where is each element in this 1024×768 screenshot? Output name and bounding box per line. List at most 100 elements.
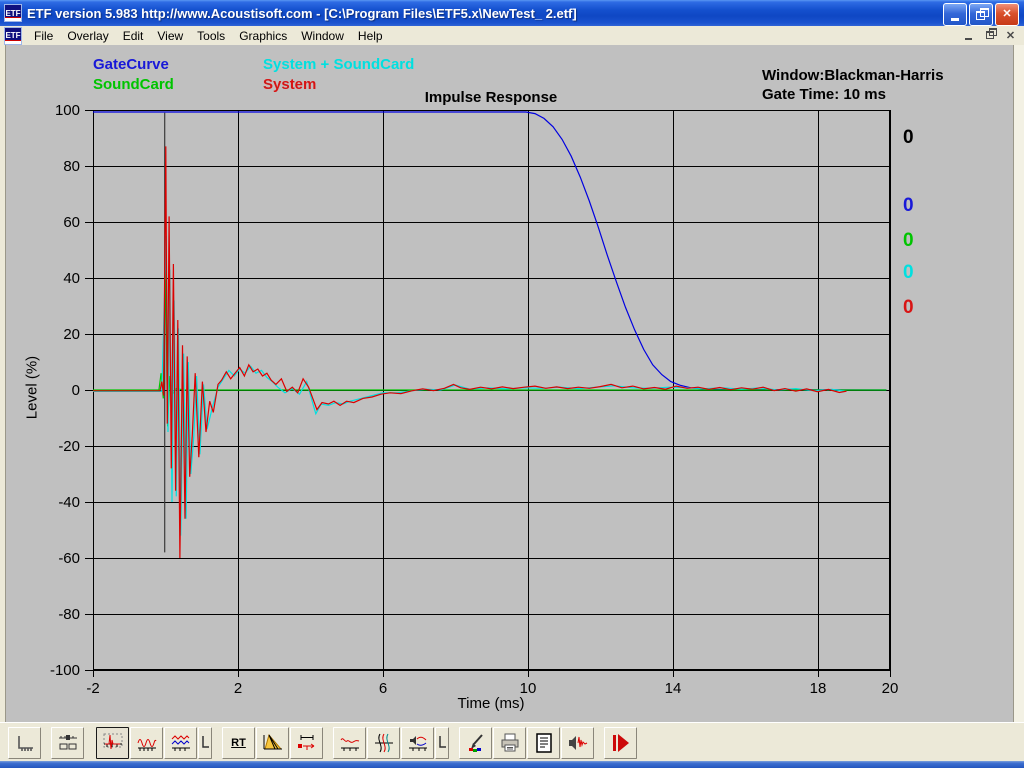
y-tick-label: 100: [55, 102, 80, 119]
x-axis-title: Time (ms): [341, 695, 641, 712]
menu-item-view[interactable]: View: [150, 27, 190, 45]
mdi-close-button[interactable]: ✕: [1003, 28, 1018, 42]
overlay-waves-icon: [169, 731, 193, 755]
menu-bar: ETF FileOverlayEditViewToolsGraphicsWind…: [0, 26, 1024, 46]
series-soundcard: [93, 270, 886, 427]
menu-item-edit[interactable]: Edit: [116, 27, 151, 45]
menu-item-tools[interactable]: Tools: [190, 27, 232, 45]
corner-marker-icon: [199, 731, 211, 755]
toolbar-gate-markers-button[interactable]: [290, 727, 323, 759]
menu-item-graphics[interactable]: Graphics: [232, 27, 294, 45]
close-icon: ✕: [1002, 9, 1011, 20]
toolbar-colors-brush-button[interactable]: [459, 727, 492, 759]
y-tick-label: -20: [58, 438, 80, 455]
y-tick-label: -100: [50, 662, 80, 679]
mdi-close-icon: ✕: [1006, 29, 1015, 42]
colors-brush-icon: [464, 731, 488, 755]
x-tick-label: 2: [234, 680, 242, 697]
taskbar-edge[interactable]: [0, 761, 1024, 768]
x-tick-label: 20: [882, 680, 899, 697]
toolbar-impulse-response-button[interactable]: [96, 727, 129, 759]
run-play-icon: [609, 731, 633, 755]
toolbar-periodic-wave-button[interactable]: [130, 727, 163, 759]
y-tick-label: -40: [58, 494, 80, 511]
menu-item-help[interactable]: Help: [351, 27, 390, 45]
x-tick-label: 14: [665, 680, 682, 697]
toolbar: RT: [0, 722, 1024, 762]
restore-icon: [976, 11, 985, 20]
left-border-strip: [0, 45, 6, 722]
periodic-wave-icon: [135, 731, 159, 755]
rt60-curve-icon: [338, 731, 362, 755]
y-axis-title: Level (%): [24, 328, 41, 448]
mdi-restore-icon: [986, 31, 994, 39]
toolbar-axis-scale-button[interactable]: [8, 727, 41, 759]
zero-marker: 0: [903, 195, 914, 217]
right-border-strip: [1013, 45, 1024, 722]
toolbar-corner-marker-button[interactable]: [198, 727, 212, 759]
minimize-icon: [951, 18, 959, 21]
toolbar-waterfall-button[interactable]: [256, 727, 289, 759]
window-function-label: Window:Blackman-Harris: [762, 66, 944, 85]
series-system-soundcard: [93, 236, 847, 536]
gate-time-label: Gate Time: 10 ms: [762, 85, 944, 104]
legend-soundcard: SoundCard: [93, 76, 174, 93]
chart-area: GateCurve SoundCard System + SoundCard Syst…: [0, 45, 1024, 722]
waterfall-icon: [261, 731, 285, 755]
x-tick-label: 18: [810, 680, 827, 697]
x-tick-label: -2: [86, 680, 99, 697]
zero-marker: 0: [903, 127, 914, 149]
menu-item-overlay[interactable]: Overlay: [60, 27, 115, 45]
title-bar[interactable]: ETF ETF version 5.983 http://www.Acousti…: [0, 0, 1024, 26]
series-gatecurve: [93, 112, 886, 390]
levels-mixer-icon: [56, 731, 80, 755]
toolbar-run-measurement-button[interactable]: [604, 727, 637, 759]
window-annotation: Window:Blackman-Harris Gate Time: 10 ms: [762, 66, 944, 104]
legend-system-soundcard: System + SoundCard: [263, 56, 414, 73]
toolbar-phase-waves-button[interactable]: [367, 727, 400, 759]
impulse-response-icon: [101, 731, 125, 755]
application-window: ETF ETF version 5.983 http://www.Acousti…: [0, 0, 1024, 768]
rt-label: RT: [231, 737, 246, 749]
menu-item-window[interactable]: Window: [294, 27, 351, 45]
y-tick-label: -60: [58, 550, 80, 567]
zero-marker: 0: [903, 230, 914, 252]
report-document-icon: [532, 731, 556, 755]
phase-waves-icon: [372, 731, 396, 755]
y-tick-label: 20: [63, 326, 80, 343]
y-tick-label: 0: [72, 382, 80, 399]
y-tick-label: 60: [63, 214, 80, 231]
legend-gatecurve: GateCurve: [93, 56, 169, 73]
restore-button[interactable]: [969, 3, 993, 26]
legend-system: System: [263, 76, 316, 93]
y-tick-label: 40: [63, 270, 80, 287]
axis-scale-icon: [13, 731, 37, 755]
y-tick-label: -80: [58, 606, 80, 623]
zero-marker: 0: [903, 297, 914, 319]
mdi-minimize-button[interactable]: [961, 28, 976, 42]
toolbar-speaker-impulse-button[interactable]: [561, 727, 594, 759]
gate-markers-icon: [295, 731, 319, 755]
toolbar-rt60-curve-button[interactable]: [333, 727, 366, 759]
series-system: [93, 146, 847, 558]
close-button[interactable]: ✕: [995, 3, 1019, 26]
document-icon[interactable]: ETF: [4, 27, 22, 45]
mdi-restore-button[interactable]: [982, 28, 997, 42]
minimize-button[interactable]: [943, 3, 967, 26]
corner-marker-icon: [436, 731, 448, 755]
window-title: ETF version 5.983 http://www.Acoustisoft…: [27, 6, 577, 21]
toolbar-speaker-response-button[interactable]: [401, 727, 434, 759]
app-icon: ETF: [4, 4, 22, 22]
menu-item-file[interactable]: File: [27, 27, 60, 45]
toolbar-corner-marker-button-2[interactable]: [435, 727, 449, 759]
toolbar-print-button[interactable]: [493, 727, 526, 759]
speaker-impulse-icon: [566, 731, 590, 755]
toolbar-rt-button[interactable]: RT: [222, 727, 255, 759]
chart-title: Impulse Response: [341, 89, 641, 106]
impulse-response-plot[interactable]: -22610141820-100-80-60-40-20020406080100: [93, 110, 890, 670]
toolbar-overlay-waves-button[interactable]: [164, 727, 197, 759]
toolbar-levels-button[interactable]: [51, 727, 84, 759]
zero-marker: 0: [903, 262, 914, 284]
y-tick-label: 80: [63, 158, 80, 175]
toolbar-report-button[interactable]: [527, 727, 560, 759]
